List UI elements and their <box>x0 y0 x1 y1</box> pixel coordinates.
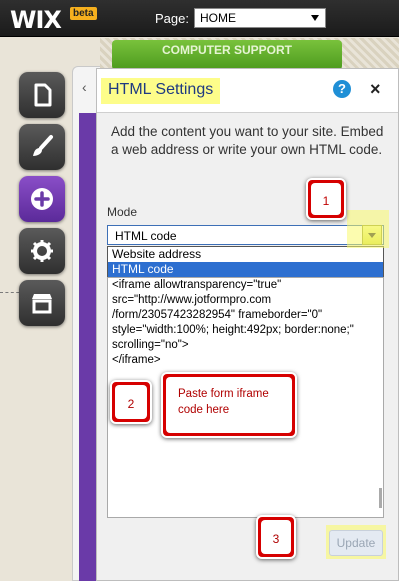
annotation-paste-note: Paste form iframe code here <box>161 372 297 438</box>
dialog-header: HTML Settings ? × <box>97 69 398 113</box>
annotation-number-1: 1 <box>311 183 341 215</box>
page-icon <box>34 83 52 107</box>
annotation-paste-text: Paste form iframe code here <box>166 377 292 433</box>
design-button[interactable] <box>19 124 65 170</box>
annotation-callout-1: 1 <box>306 178 346 220</box>
wix-logo: WIX <box>10 6 62 34</box>
mode-option-website-address[interactable]: Website address <box>108 247 383 262</box>
page-label: Page: <box>155 11 189 26</box>
mode-select[interactable]: HTML code <box>107 225 384 245</box>
annotation-callout-3: 3 <box>256 515 296 559</box>
dropdown-caret-highlight <box>347 210 389 248</box>
top-bar: WIX beta Page: HOME <box>0 0 399 37</box>
html-code-text: <iframe allowtransparency="true" src="ht… <box>112 279 354 366</box>
settings-button[interactable] <box>19 228 65 274</box>
mode-option-html-code[interactable]: HTML code <box>108 262 383 277</box>
chevron-left-icon[interactable]: ‹ <box>82 79 87 95</box>
annotation-callout-2: 2 <box>110 380 152 424</box>
app-market-button[interactable] <box>19 280 65 326</box>
mode-dropdown-list: Website address HTML code <box>107 246 384 278</box>
add-button[interactable] <box>19 176 65 222</box>
annotation-number-2: 2 <box>115 385 147 419</box>
chevron-down-icon <box>311 15 319 21</box>
tool-rail <box>0 37 72 581</box>
page-select-value: HOME <box>200 11 236 25</box>
mode-select-value: HTML code <box>115 229 177 243</box>
textarea-resize-handle[interactable] <box>379 488 382 508</box>
page-select[interactable]: HOME <box>194 8 326 28</box>
add-icon <box>31 188 53 210</box>
pages-button[interactable] <box>19 72 65 118</box>
site-banner: COMPUTER SUPPORT <box>112 40 342 70</box>
dialog-title: HTML Settings <box>101 78 221 104</box>
annotation-number-3: 3 <box>261 520 291 554</box>
beta-badge: beta <box>70 7 97 20</box>
store-icon <box>32 294 52 314</box>
brush-icon <box>33 135 53 156</box>
panel-accent <box>79 113 97 581</box>
help-icon[interactable]: ? <box>333 80 351 98</box>
update-button[interactable]: Update <box>329 530 383 556</box>
html-settings-dialog: HTML Settings ? × Add the content you wa… <box>96 68 399 581</box>
close-icon[interactable]: × <box>370 79 381 100</box>
gear-icon <box>31 240 53 262</box>
site-banner-text: COMPUTER SUPPORT <box>161 43 292 57</box>
mode-label: Mode <box>107 205 138 219</box>
dialog-intro-text: Add the content you want to your site. E… <box>111 124 384 157</box>
